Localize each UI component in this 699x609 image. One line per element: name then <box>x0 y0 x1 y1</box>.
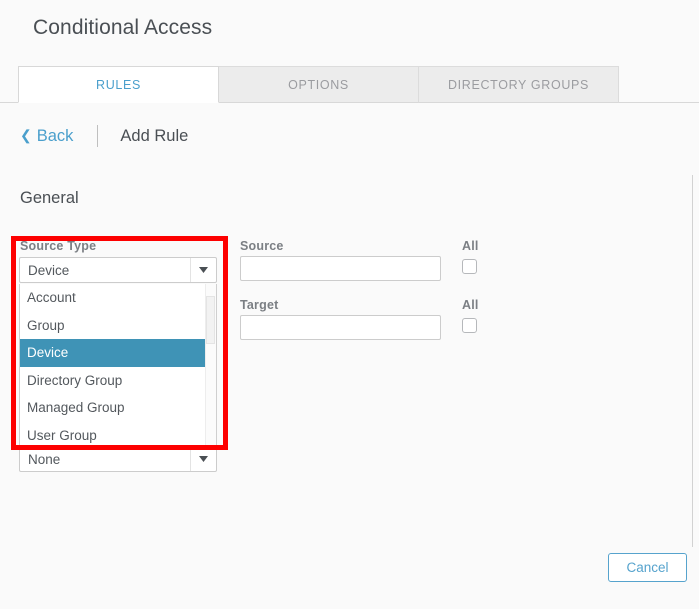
dropdown-option[interactable]: Managed Group <box>20 394 216 422</box>
dropdown-option[interactable]: Directory Group <box>20 367 216 395</box>
breadcrumb: ❮ Back Add Rule <box>20 124 188 148</box>
source-all-checkbox[interactable] <box>462 259 477 274</box>
target-all-label: All <box>462 298 479 312</box>
back-button[interactable]: ❮ Back <box>20 127 73 146</box>
tab-options[interactable]: OPTIONS <box>218 66 419 103</box>
cancel-button[interactable]: Cancel <box>608 553 687 582</box>
target-label: Target <box>240 298 278 312</box>
chevron-down-icon <box>190 258 216 282</box>
source-all-label: All <box>462 239 479 253</box>
dropdown-scrollbar[interactable] <box>205 284 216 448</box>
page-scrollbar[interactable] <box>692 175 693 547</box>
secondary-select-value: None <box>20 452 190 467</box>
back-button-label: Back <box>37 127 74 146</box>
section-heading-general: General <box>20 189 79 208</box>
source-type-select[interactable]: Device <box>19 257 217 283</box>
secondary-select[interactable]: None <box>19 446 217 472</box>
tab-rules[interactable]: RULES <box>18 66 219 103</box>
breadcrumb-current-label: Add Rule <box>120 127 188 146</box>
target-all-checkbox[interactable] <box>462 318 477 333</box>
chevron-left-icon: ❮ <box>20 128 32 142</box>
source-input[interactable] <box>240 256 441 281</box>
dropdown-option[interactable]: Group <box>20 312 216 340</box>
source-type-label: Source Type <box>20 239 96 253</box>
dropdown-scrollbar-thumb[interactable] <box>206 296 215 344</box>
tab-directory-groups[interactable]: DIRECTORY GROUPS <box>418 66 619 103</box>
chevron-down-icon <box>190 447 216 471</box>
dropdown-option-selected[interactable]: Device <box>20 339 216 367</box>
breadcrumb-divider <box>97 125 98 147</box>
dropdown-option[interactable]: Account <box>20 284 216 312</box>
tab-strip: RULES OPTIONS DIRECTORY GROUPS <box>0 66 699 103</box>
source-type-select-value: Device <box>20 263 190 278</box>
dropdown-option[interactable]: User Group <box>20 422 216 450</box>
source-type-option-list[interactable]: Account Group Device Directory Group Man… <box>19 284 217 449</box>
target-input[interactable] <box>240 315 441 340</box>
source-label: Source <box>240 239 284 253</box>
page-title: Conditional Access <box>33 16 212 40</box>
